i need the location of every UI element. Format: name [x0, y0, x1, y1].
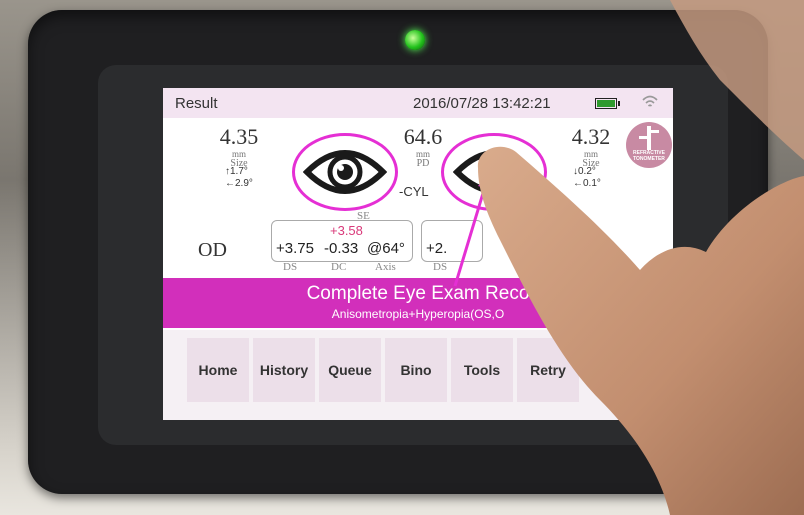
datetime: 2016/07/28 13:42:21: [413, 95, 551, 112]
wifi-icon: [642, 95, 658, 107]
axis-label: Axis: [375, 261, 396, 273]
screen-title: Result: [175, 95, 218, 112]
right-size-value: 4.32: [571, 124, 611, 149]
pd-label: PD: [416, 158, 430, 169]
pd-measure: 64.6 mm PD: [399, 124, 447, 169]
brand-logo: REFRACTIVE TONOMETER: [626, 122, 672, 168]
os-ds-value: +2.: [426, 240, 448, 257]
logo-mark-icon: [639, 126, 659, 150]
result-banner: Complete Eye Exam Reco Anisometropia+Hyp…: [163, 278, 673, 328]
banner-subtitle: Anisometropia+Hyperopia(OS,O: [331, 307, 505, 321]
nav-retry-button[interactable]: Retry: [517, 338, 579, 402]
nav-bino-button[interactable]: Bino: [385, 338, 447, 402]
battery-icon: [595, 98, 620, 109]
left-size-measure: 4.35 mm Size: [215, 124, 263, 169]
od-refraction-box[interactable]: +3.58 +3.75 -0.33 @64°: [271, 220, 413, 262]
left-deg1: ↑1.7°: [225, 166, 248, 177]
ds-value: +3.75: [276, 240, 314, 257]
annotation-circle-right: [441, 133, 547, 211]
nav-tools-button[interactable]: Tools: [451, 338, 513, 402]
ds-label: DS: [283, 261, 298, 273]
eye-label-od: OD: [198, 239, 227, 261]
right-size-measure: 4.32 mm Size: [567, 124, 615, 169]
banner-title: Complete Eye Exam Reco: [306, 283, 530, 304]
dc-value: -0.33: [324, 240, 359, 257]
se-value: +3.58: [330, 223, 363, 238]
dc-label: DC: [331, 261, 347, 273]
cyl-label: -CYL: [399, 184, 429, 199]
pd-value: 64.6: [403, 124, 443, 149]
right-deg1: ↓0.2°: [573, 166, 596, 177]
annotation-circle-left: [292, 133, 398, 211]
axis-value: @64°: [367, 240, 405, 257]
nav-queue-button[interactable]: Queue: [319, 338, 381, 402]
nav-home-button[interactable]: Home: [187, 338, 249, 402]
left-size-value: 4.35: [219, 124, 259, 149]
device-screen: Result 2016/07/28 13:42:21 4.35 mm Size …: [163, 88, 673, 420]
right-deg2: ←0.1°: [573, 178, 601, 189]
os-ds-label: DS: [433, 261, 448, 273]
os-refraction-box[interactable]: +2.: [421, 220, 483, 262]
logo-text: REFRACTIVE TONOMETER: [633, 150, 665, 162]
status-bar: Result 2016/07/28 13:42:21: [163, 88, 673, 118]
camera-led: [405, 30, 425, 50]
bottom-nav: Home History Queue Bino Tools Retry: [163, 330, 673, 420]
left-deg2: ←2.9°: [225, 178, 253, 189]
nav-history-button[interactable]: History: [253, 338, 315, 402]
